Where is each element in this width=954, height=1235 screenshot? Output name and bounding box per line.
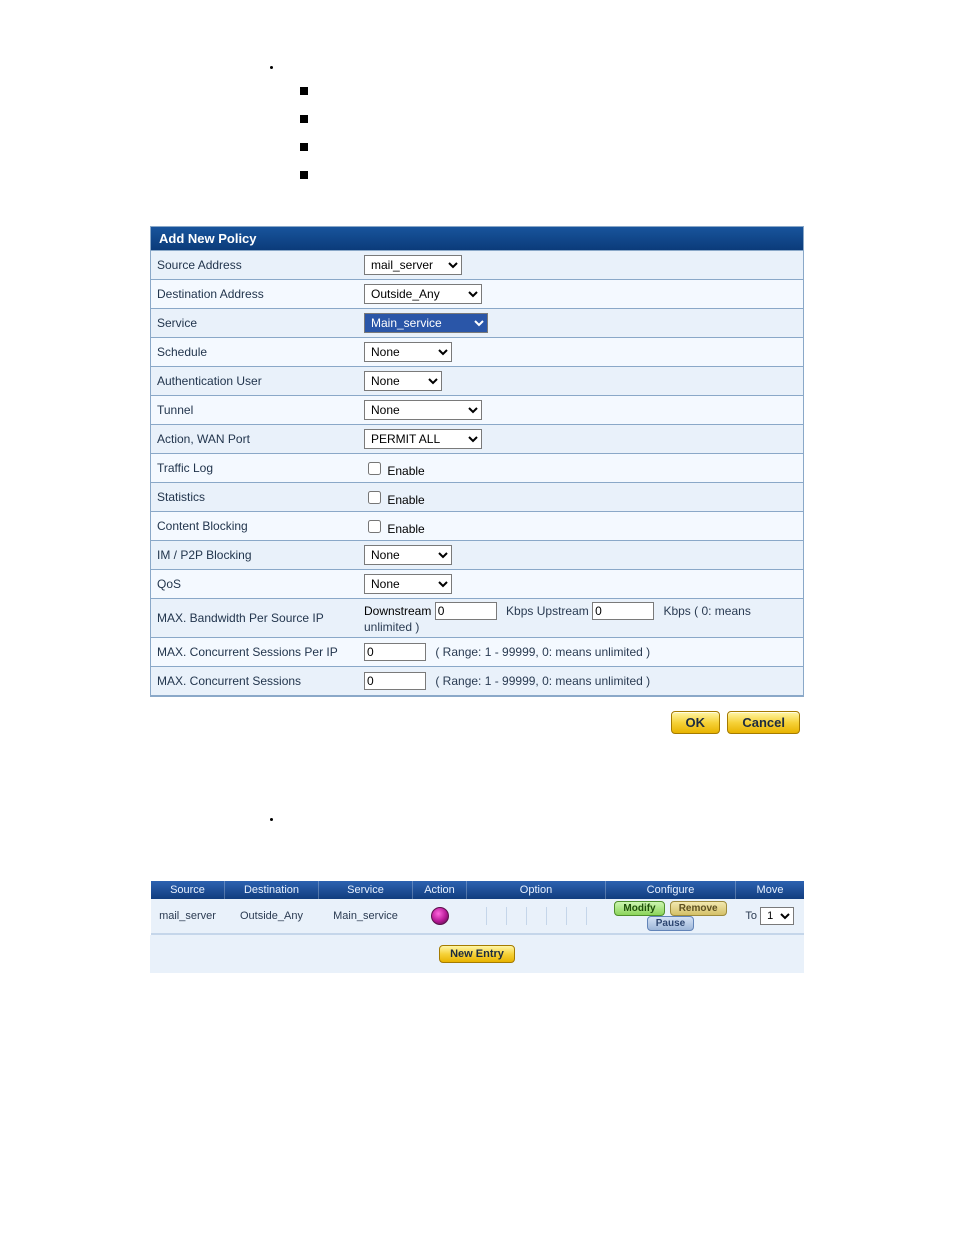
move-to-label: To bbox=[745, 910, 757, 922]
upstream-input[interactable] bbox=[592, 602, 654, 620]
modify-button[interactable]: Modify bbox=[614, 901, 664, 916]
label-service: Service bbox=[151, 309, 358, 338]
move-select[interactable]: 1 bbox=[760, 907, 794, 925]
upstream-label: Kbps Upstream bbox=[506, 604, 589, 618]
th-service: Service bbox=[319, 881, 413, 899]
cell-action bbox=[413, 899, 467, 934]
add-policy-form: Add New Policy Source Address mail_serve… bbox=[150, 226, 804, 697]
destination-address-select[interactable]: Outside_Any bbox=[364, 284, 482, 304]
traffic-log-enable-text: Enable bbox=[387, 464, 424, 478]
max-sess-input[interactable] bbox=[364, 672, 426, 690]
traffic-log-checkbox[interactable] bbox=[368, 462, 381, 475]
th-configure: Configure bbox=[606, 881, 736, 899]
table-row: mail_server Outside_Any Main_service Mod… bbox=[151, 899, 805, 934]
auth-user-select[interactable]: None bbox=[364, 371, 442, 391]
label-source-address: Source Address bbox=[151, 251, 358, 280]
cell-option bbox=[467, 899, 606, 934]
form-title: Add New Policy bbox=[151, 227, 803, 250]
pause-button[interactable]: Pause bbox=[647, 916, 694, 931]
max-sess-ip-input[interactable] bbox=[364, 643, 426, 661]
label-im-p2p: IM / P2P Blocking bbox=[151, 541, 358, 570]
new-entry-button[interactable]: New Entry bbox=[439, 945, 515, 963]
label-action-wan: Action, WAN Port bbox=[151, 425, 358, 454]
max-sess-ip-hint: ( Range: 1 - 99999, 0: means unlimited ) bbox=[435, 645, 650, 659]
label-max-sess: MAX. Concurrent Sessions bbox=[151, 667, 358, 696]
im-p2p-select[interactable]: None bbox=[364, 545, 452, 565]
cell-service: Main_service bbox=[319, 899, 413, 934]
qos-select[interactable]: None bbox=[364, 574, 452, 594]
service-select[interactable]: Main_service bbox=[364, 313, 488, 333]
label-traffic-log: Traffic Log bbox=[151, 454, 358, 483]
cell-configure: Modify Remove Pause bbox=[606, 899, 736, 934]
action-wan-select[interactable]: PERMIT ALL bbox=[364, 429, 482, 449]
th-destination: Destination bbox=[225, 881, 319, 899]
label-statistics: Statistics bbox=[151, 483, 358, 512]
permit-icon bbox=[431, 907, 449, 925]
mid-dot bbox=[210, 818, 804, 821]
statistics-enable-text: Enable bbox=[387, 493, 424, 507]
cell-destination: Outside_Any bbox=[225, 899, 319, 934]
cancel-button[interactable]: Cancel bbox=[727, 711, 800, 734]
label-max-sess-ip: MAX. Concurrent Sessions Per IP bbox=[151, 638, 358, 667]
label-max-bandwidth: MAX. Bandwidth Per Source IP bbox=[151, 599, 358, 638]
source-address-select[interactable]: mail_server bbox=[364, 255, 462, 275]
label-content-blocking: Content Blocking bbox=[151, 512, 358, 541]
remove-button[interactable]: Remove bbox=[670, 901, 727, 916]
policy-list: Source Destination Service Action Option… bbox=[150, 881, 804, 973]
max-sess-hint: ( Range: 1 - 99999, 0: means unlimited ) bbox=[435, 674, 650, 688]
cell-source: mail_server bbox=[151, 899, 225, 934]
tunnel-select[interactable]: None bbox=[364, 400, 482, 420]
cell-move: To 1 bbox=[736, 899, 805, 934]
content-blocking-enable-text: Enable bbox=[387, 522, 424, 536]
th-action: Action bbox=[413, 881, 467, 899]
content-blocking-checkbox[interactable] bbox=[368, 520, 381, 533]
downstream-label: Downstream bbox=[364, 604, 431, 618]
statistics-checkbox[interactable] bbox=[368, 491, 381, 504]
label-schedule: Schedule bbox=[151, 338, 358, 367]
th-move: Move bbox=[736, 881, 805, 899]
ok-button[interactable]: OK bbox=[671, 711, 721, 734]
th-source: Source bbox=[151, 881, 225, 899]
schedule-select[interactable]: None bbox=[364, 342, 452, 362]
label-qos: QoS bbox=[151, 570, 358, 599]
label-tunnel: Tunnel bbox=[151, 396, 358, 425]
bullet-marks bbox=[210, 66, 804, 206]
th-option: Option bbox=[467, 881, 606, 899]
label-destination-address: Destination Address bbox=[151, 280, 358, 309]
label-auth-user: Authentication User bbox=[151, 367, 358, 396]
downstream-input[interactable] bbox=[435, 602, 497, 620]
